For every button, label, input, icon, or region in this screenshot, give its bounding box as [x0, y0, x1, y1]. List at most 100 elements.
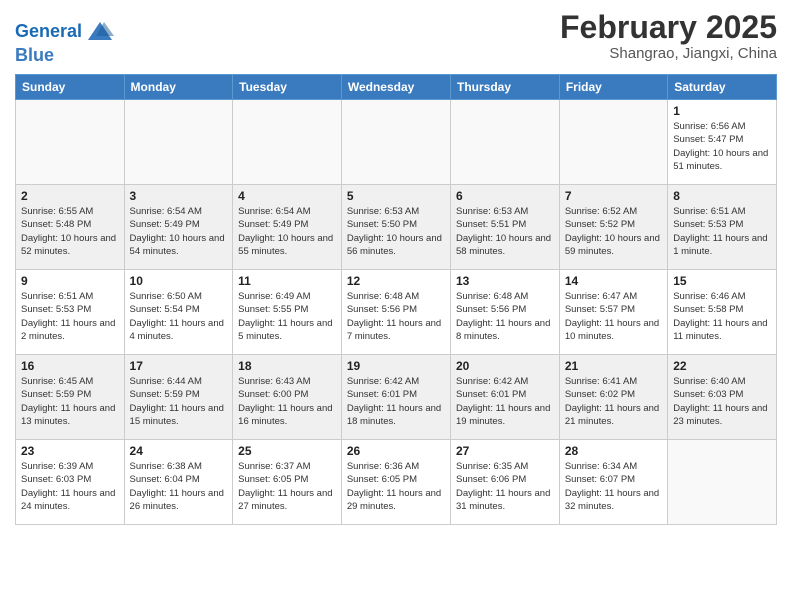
day-info: Sunrise: 6:42 AM Sunset: 6:01 PM Dayligh… — [456, 375, 554, 428]
calendar-cell — [341, 100, 450, 185]
calendar-cell — [233, 100, 342, 185]
calendar-cell: 8 Sunrise: 6:51 AM Sunset: 5:53 PM Daylig… — [668, 185, 777, 270]
day-info: Sunrise: 6:53 AM Sunset: 5:51 PM Dayligh… — [456, 205, 554, 258]
calendar-cell: 9 Sunrise: 6:51 AM Sunset: 5:53 PM Daylig… — [16, 270, 125, 355]
day-number: 26 — [347, 444, 445, 458]
day-info: Sunrise: 6:47 AM Sunset: 5:57 PM Dayligh… — [565, 290, 662, 343]
title-area: February 2025 Shangrao, Jiangxi, China — [560, 10, 777, 62]
day-number: 13 — [456, 274, 554, 288]
calendar-cell: 21 Sunrise: 6:41 AM Sunset: 6:02 PM Dayli… — [559, 355, 667, 440]
logo-blue-text: Blue — [15, 45, 54, 65]
day-number: 10 — [130, 274, 228, 288]
day-info: Sunrise: 6:45 AM Sunset: 5:59 PM Dayligh… — [21, 375, 119, 428]
calendar-cell: 27 Sunrise: 6:35 AM Sunset: 6:06 PM Dayli… — [451, 440, 560, 525]
day-number: 23 — [21, 444, 119, 458]
calendar-cell: 12 Sunrise: 6:48 AM Sunset: 5:56 PM Dayli… — [341, 270, 450, 355]
day-number: 19 — [347, 359, 445, 373]
day-number: 2 — [21, 189, 119, 203]
day-info: Sunrise: 6:55 AM Sunset: 5:48 PM Dayligh… — [21, 205, 119, 258]
calendar-cell: 22 Sunrise: 6:40 AM Sunset: 6:03 PM Dayli… — [668, 355, 777, 440]
day-number: 11 — [238, 274, 336, 288]
calendar-cell: 5 Sunrise: 6:53 AM Sunset: 5:50 PM Daylig… — [341, 185, 450, 270]
day-number: 9 — [21, 274, 119, 288]
day-number: 22 — [673, 359, 771, 373]
calendar-cell: 17Sunrise: 6:44 AM Sunset: 5:59 PM Dayli… — [124, 355, 233, 440]
day-number: 5 — [347, 189, 445, 203]
calendar-table: SundayMondayTuesdayWednesdayThursdayFrid… — [15, 74, 777, 525]
day-info: Sunrise: 6:49 AM Sunset: 5:55 PM Dayligh… — [238, 290, 336, 343]
logo-text: General — [15, 22, 82, 42]
logo: General Blue — [15, 18, 114, 66]
day-info: Sunrise: 6:56 AM Sunset: 5:47 PM Dayligh… — [673, 120, 771, 173]
calendar-cell: 11 Sunrise: 6:49 AM Sunset: 5:55 PM Dayli… — [233, 270, 342, 355]
day-number: 6 — [456, 189, 554, 203]
calendar-cell — [668, 440, 777, 525]
calendar-cell — [16, 100, 125, 185]
location: Shangrao, Jiangxi, China — [560, 45, 777, 62]
day-number: 4 — [238, 189, 336, 203]
calendar-cell: 15Sunrise: 6:46 AM Sunset: 5:58 PM Dayli… — [668, 270, 777, 355]
day-number: 8 — [673, 189, 771, 203]
day-info: Sunrise: 6:51 AM Sunset: 5:53 PM Dayligh… — [673, 205, 771, 258]
calendar-cell: 28 Sunrise: 6:34 AM Sunset: 6:07 PM Dayli… — [559, 440, 667, 525]
day-info: Sunrise: 6:38 AM Sunset: 6:04 PM Dayligh… — [130, 460, 228, 513]
calendar-cell: 1 Sunrise: 6:56 AM Sunset: 5:47 PM Daylig… — [668, 100, 777, 185]
day-number: 24 — [130, 444, 228, 458]
day-number: 14 — [565, 274, 662, 288]
col-header-wednesday: Wednesday — [341, 75, 450, 100]
day-info: Sunrise: 6:35 AM Sunset: 6:06 PM Dayligh… — [456, 460, 554, 513]
day-info: Sunrise: 6:43 AM Sunset: 6:00 PM Dayligh… — [238, 375, 336, 428]
header-row: SundayMondayTuesdayWednesdayThursdayFrid… — [16, 75, 777, 100]
col-header-thursday: Thursday — [451, 75, 560, 100]
day-number: 1 — [673, 104, 771, 118]
calendar-cell: 3Sunrise: 6:54 AM Sunset: 5:49 PM Daylig… — [124, 185, 233, 270]
day-info: Sunrise: 6:44 AM Sunset: 5:59 PM Dayligh… — [130, 375, 228, 428]
day-info: Sunrise: 6:48 AM Sunset: 5:56 PM Dayligh… — [347, 290, 445, 343]
day-info: Sunrise: 6:51 AM Sunset: 5:53 PM Dayligh… — [21, 290, 119, 343]
week-row-5: 23 Sunrise: 6:39 AM Sunset: 6:03 PM Dayli… — [16, 440, 777, 525]
day-number: 28 — [565, 444, 662, 458]
logo-icon — [86, 18, 114, 46]
calendar-cell — [451, 100, 560, 185]
day-info: Sunrise: 6:40 AM Sunset: 6:03 PM Dayligh… — [673, 375, 771, 428]
calendar-cell: 2 Sunrise: 6:55 AM Sunset: 5:48 PM Daylig… — [16, 185, 125, 270]
day-info: Sunrise: 6:50 AM Sunset: 5:54 PM Dayligh… — [130, 290, 228, 343]
day-info: Sunrise: 6:53 AM Sunset: 5:50 PM Dayligh… — [347, 205, 445, 258]
week-row-4: 16 Sunrise: 6:45 AM Sunset: 5:59 PM Dayli… — [16, 355, 777, 440]
calendar-cell: 7Sunrise: 6:52 AM Sunset: 5:52 PM Daylig… — [559, 185, 667, 270]
day-number: 12 — [347, 274, 445, 288]
day-info: Sunrise: 6:37 AM Sunset: 6:05 PM Dayligh… — [238, 460, 336, 513]
day-number: 20 — [456, 359, 554, 373]
col-header-tuesday: Tuesday — [233, 75, 342, 100]
day-info: Sunrise: 6:34 AM Sunset: 6:07 PM Dayligh… — [565, 460, 662, 513]
day-info: Sunrise: 6:36 AM Sunset: 6:05 PM Dayligh… — [347, 460, 445, 513]
calendar-cell — [559, 100, 667, 185]
day-number: 27 — [456, 444, 554, 458]
day-info: Sunrise: 6:39 AM Sunset: 6:03 PM Dayligh… — [21, 460, 119, 513]
col-header-monday: Monday — [124, 75, 233, 100]
day-number: 16 — [21, 359, 119, 373]
week-row-2: 2 Sunrise: 6:55 AM Sunset: 5:48 PM Daylig… — [16, 185, 777, 270]
day-info: Sunrise: 6:42 AM Sunset: 6:01 PM Dayligh… — [347, 375, 445, 428]
day-info: Sunrise: 6:54 AM Sunset: 5:49 PM Dayligh… — [238, 205, 336, 258]
col-header-sunday: Sunday — [16, 75, 125, 100]
day-number: 3 — [130, 189, 228, 203]
page: General Blue February 2025 Shangrao, Jia… — [0, 0, 792, 612]
day-info: Sunrise: 6:41 AM Sunset: 6:02 PM Dayligh… — [565, 375, 662, 428]
calendar-cell: 26 Sunrise: 6:36 AM Sunset: 6:05 PM Dayli… — [341, 440, 450, 525]
day-info: Sunrise: 6:48 AM Sunset: 5:56 PM Dayligh… — [456, 290, 554, 343]
calendar-cell: 18 Sunrise: 6:43 AM Sunset: 6:00 PM Dayli… — [233, 355, 342, 440]
day-info: Sunrise: 6:52 AM Sunset: 5:52 PM Dayligh… — [565, 205, 662, 258]
day-number: 15 — [673, 274, 771, 288]
calendar-cell: 10 Sunrise: 6:50 AM Sunset: 5:54 PM Dayli… — [124, 270, 233, 355]
calendar-cell: 25Sunrise: 6:37 AM Sunset: 6:05 PM Dayli… — [233, 440, 342, 525]
col-header-saturday: Saturday — [668, 75, 777, 100]
calendar-cell — [124, 100, 233, 185]
calendar-cell: 16 Sunrise: 6:45 AM Sunset: 5:59 PM Dayli… — [16, 355, 125, 440]
calendar-cell: 6 Sunrise: 6:53 AM Sunset: 5:51 PM Daylig… — [451, 185, 560, 270]
calendar-cell: 19 Sunrise: 6:42 AM Sunset: 6:01 PM Dayli… — [341, 355, 450, 440]
week-row-1: 1 Sunrise: 6:56 AM Sunset: 5:47 PM Daylig… — [16, 100, 777, 185]
day-number: 18 — [238, 359, 336, 373]
calendar-cell: 13 Sunrise: 6:48 AM Sunset: 5:56 PM Dayli… — [451, 270, 560, 355]
day-number: 21 — [565, 359, 662, 373]
